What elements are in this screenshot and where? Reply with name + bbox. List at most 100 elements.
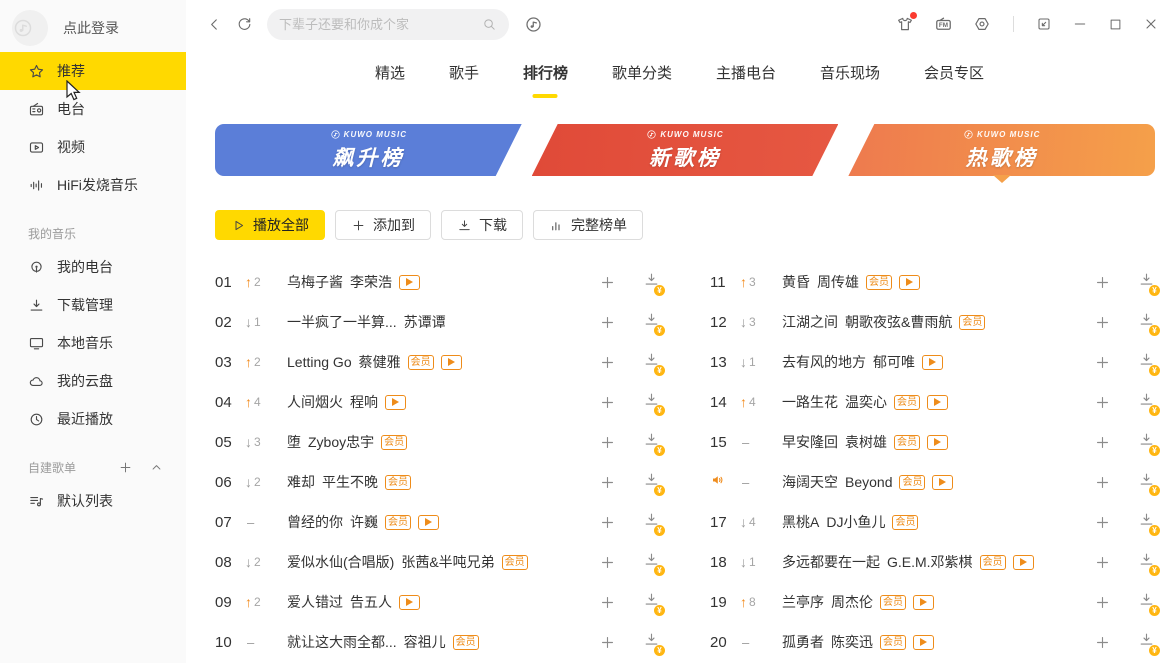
song-artist[interactable]: 容祖儿: [404, 632, 446, 652]
song-artist[interactable]: 周传雄: [817, 272, 859, 292]
完整榜单-button[interactable]: 完整榜单: [533, 210, 643, 240]
song-row[interactable]: 09↑2爱人错过告五人¥: [215, 582, 660, 622]
add-to-playlist-icon[interactable]: [1094, 514, 1111, 531]
download-song-icon[interactable]: ¥: [1138, 551, 1155, 573]
sidebar-item-视频[interactable]: 视频: [0, 128, 186, 166]
sidebar-item-我的电台[interactable]: 我的电台: [0, 248, 186, 286]
login-area[interactable]: 点此登录: [0, 0, 186, 52]
song-info[interactable]: 爱人错过告五人: [287, 592, 589, 612]
song-info[interactable]: 曾经的你许巍会员: [287, 512, 589, 532]
song-artist[interactable]: 许巍: [350, 512, 378, 532]
add-to-playlist-icon[interactable]: [1094, 354, 1111, 371]
song-info[interactable]: 难却平生不晚会员: [287, 472, 589, 492]
song-info[interactable]: 海阔天空Beyond会员: [782, 472, 1084, 492]
add-to-playlist-icon[interactable]: [599, 434, 616, 451]
add-to-playlist-icon[interactable]: [599, 554, 616, 571]
song-artist[interactable]: 告五人: [350, 592, 392, 612]
song-info[interactable]: 爱似水仙(合唱版)张茜&半吨兄弟会员: [287, 552, 589, 572]
song-artist[interactable]: 袁树雄: [845, 432, 887, 452]
download-song-icon[interactable]: ¥: [1138, 511, 1155, 533]
download-song-icon[interactable]: ¥: [643, 511, 660, 533]
sidebar-item-下载管理[interactable]: 下载管理: [0, 286, 186, 324]
download-song-icon[interactable]: ¥: [643, 271, 660, 293]
add-to-playlist-icon[interactable]: [1094, 554, 1111, 571]
add-to-playlist-icon[interactable]: [599, 394, 616, 411]
sidebar-item-电台[interactable]: 电台: [0, 90, 186, 128]
song-row[interactable]: 20–孤勇者陈奕迅会员¥: [710, 622, 1155, 662]
mv-badge[interactable]: [385, 395, 406, 410]
add-to-playlist-icon[interactable]: [599, 474, 616, 491]
settings-icon[interactable]: [973, 15, 991, 33]
song-row[interactable]: 12↓3江湖之间朝歌夜弦&曹雨航会员¥: [710, 302, 1155, 342]
add-to-playlist-icon[interactable]: [1094, 474, 1111, 491]
download-song-icon[interactable]: ¥: [643, 391, 660, 413]
song-row[interactable]: 10–就让这大雨全都...容祖儿会员¥: [215, 622, 660, 662]
song-artist[interactable]: Zyboy忠宇: [308, 432, 374, 452]
song-info[interactable]: 多远都要在一起G.E.M.邓紫棋会员: [782, 552, 1084, 572]
sidebar-item-HiFi发烧音乐[interactable]: HiFi发烧音乐: [0, 166, 186, 204]
download-song-icon[interactable]: ¥: [1138, 351, 1155, 373]
add-to-playlist-icon[interactable]: [599, 514, 616, 531]
song-info[interactable]: 去有风的地方郁可唯: [782, 352, 1084, 372]
download-song-icon[interactable]: ¥: [1138, 471, 1155, 493]
add-to-playlist-icon[interactable]: [1094, 594, 1111, 611]
song-row[interactable]: 05↓3堕Zyboy忠宇会员¥: [215, 422, 660, 462]
download-song-icon[interactable]: ¥: [1138, 271, 1155, 293]
song-row[interactable]: 13↓1去有风的地方郁可唯¥: [710, 342, 1155, 382]
mv-badge[interactable]: [927, 435, 948, 450]
tab-歌手[interactable]: 歌手: [449, 62, 479, 94]
add-to-playlist-icon[interactable]: [599, 314, 616, 331]
mv-badge[interactable]: [399, 275, 420, 290]
song-row[interactable]: 01↑2乌梅子酱李荣浩¥: [215, 262, 660, 302]
sidebar-item-默认列表[interactable]: 默认列表: [0, 482, 186, 520]
mv-badge[interactable]: [932, 475, 953, 490]
tab-精选[interactable]: 精选: [375, 62, 405, 94]
song-artist[interactable]: 朝歌夜弦&曹雨航: [845, 312, 952, 332]
add-to-playlist-icon[interactable]: [1094, 394, 1111, 411]
sidebar-item-我的云盘[interactable]: 我的云盘: [0, 362, 186, 400]
添加到-button[interactable]: 添加到: [335, 210, 431, 240]
song-artist[interactable]: 陈奕迅: [831, 632, 873, 652]
song-artist[interactable]: 李荣浩: [350, 272, 392, 292]
song-artist[interactable]: 周杰伦: [831, 592, 873, 612]
song-row[interactable]: 19↑8兰亭序周杰伦会员¥: [710, 582, 1155, 622]
song-row[interactable]: 14↑4一路生花温奕心会员¥: [710, 382, 1155, 422]
song-row[interactable]: –海阔天空Beyond会员¥: [710, 462, 1155, 502]
add-to-playlist-icon[interactable]: [1094, 314, 1111, 331]
song-artist[interactable]: DJ小鱼儿: [826, 512, 885, 532]
song-row[interactable]: 07–曾经的你许巍会员¥: [215, 502, 660, 542]
download-song-icon[interactable]: ¥: [1138, 431, 1155, 453]
tab-主播电台[interactable]: 主播电台: [716, 62, 776, 94]
mini-mode-icon[interactable]: [1036, 16, 1052, 32]
mv-badge[interactable]: [913, 595, 934, 610]
song-row[interactable]: 06↓2难却平生不晚会员¥: [215, 462, 660, 502]
song-info[interactable]: Letting Go蔡健雅会员: [287, 352, 589, 372]
song-info[interactable]: 乌梅子酱李荣浩: [287, 272, 589, 292]
sidebar-item-最近播放[interactable]: 最近播放: [0, 400, 186, 438]
song-info[interactable]: 孤勇者陈奕迅会员: [782, 632, 1084, 652]
add-to-playlist-icon[interactable]: [599, 274, 616, 291]
song-artist[interactable]: 苏谭谭: [404, 312, 446, 332]
song-row[interactable]: 17↓4黑桃ADJ小鱼儿会员¥: [710, 502, 1155, 542]
song-artist[interactable]: G.E.M.邓紫棋: [887, 552, 973, 572]
add-to-playlist-icon[interactable]: [599, 594, 616, 611]
download-song-icon[interactable]: ¥: [643, 551, 660, 573]
song-artist[interactable]: 温奕心: [845, 392, 887, 412]
tab-音乐现场[interactable]: 音乐现场: [820, 62, 880, 94]
maximize-icon[interactable]: [1108, 17, 1123, 32]
song-info[interactable]: 早安隆回袁树雄会员: [782, 432, 1084, 452]
mv-badge[interactable]: [1013, 555, 1034, 570]
add-to-playlist-icon[interactable]: [1094, 274, 1111, 291]
song-row[interactable]: 18↓1多远都要在一起G.E.M.邓紫棋会员¥: [710, 542, 1155, 582]
mv-badge[interactable]: [927, 395, 948, 410]
mv-badge[interactable]: [913, 635, 934, 650]
tab-会员专区[interactable]: 会员专区: [924, 62, 984, 94]
song-info[interactable]: 就让这大雨全都...容祖儿会员: [287, 632, 589, 652]
search-box[interactable]: [267, 9, 509, 40]
refresh-icon[interactable]: [236, 16, 253, 33]
theme-shirt-icon[interactable]: [896, 15, 914, 33]
sidebar-item-本地音乐[interactable]: 本地音乐: [0, 324, 186, 362]
add-to-playlist-icon[interactable]: [599, 354, 616, 371]
song-info[interactable]: 黄昏周传雄会员: [782, 272, 1084, 292]
song-row[interactable]: 04↑4人间烟火程响¥: [215, 382, 660, 422]
